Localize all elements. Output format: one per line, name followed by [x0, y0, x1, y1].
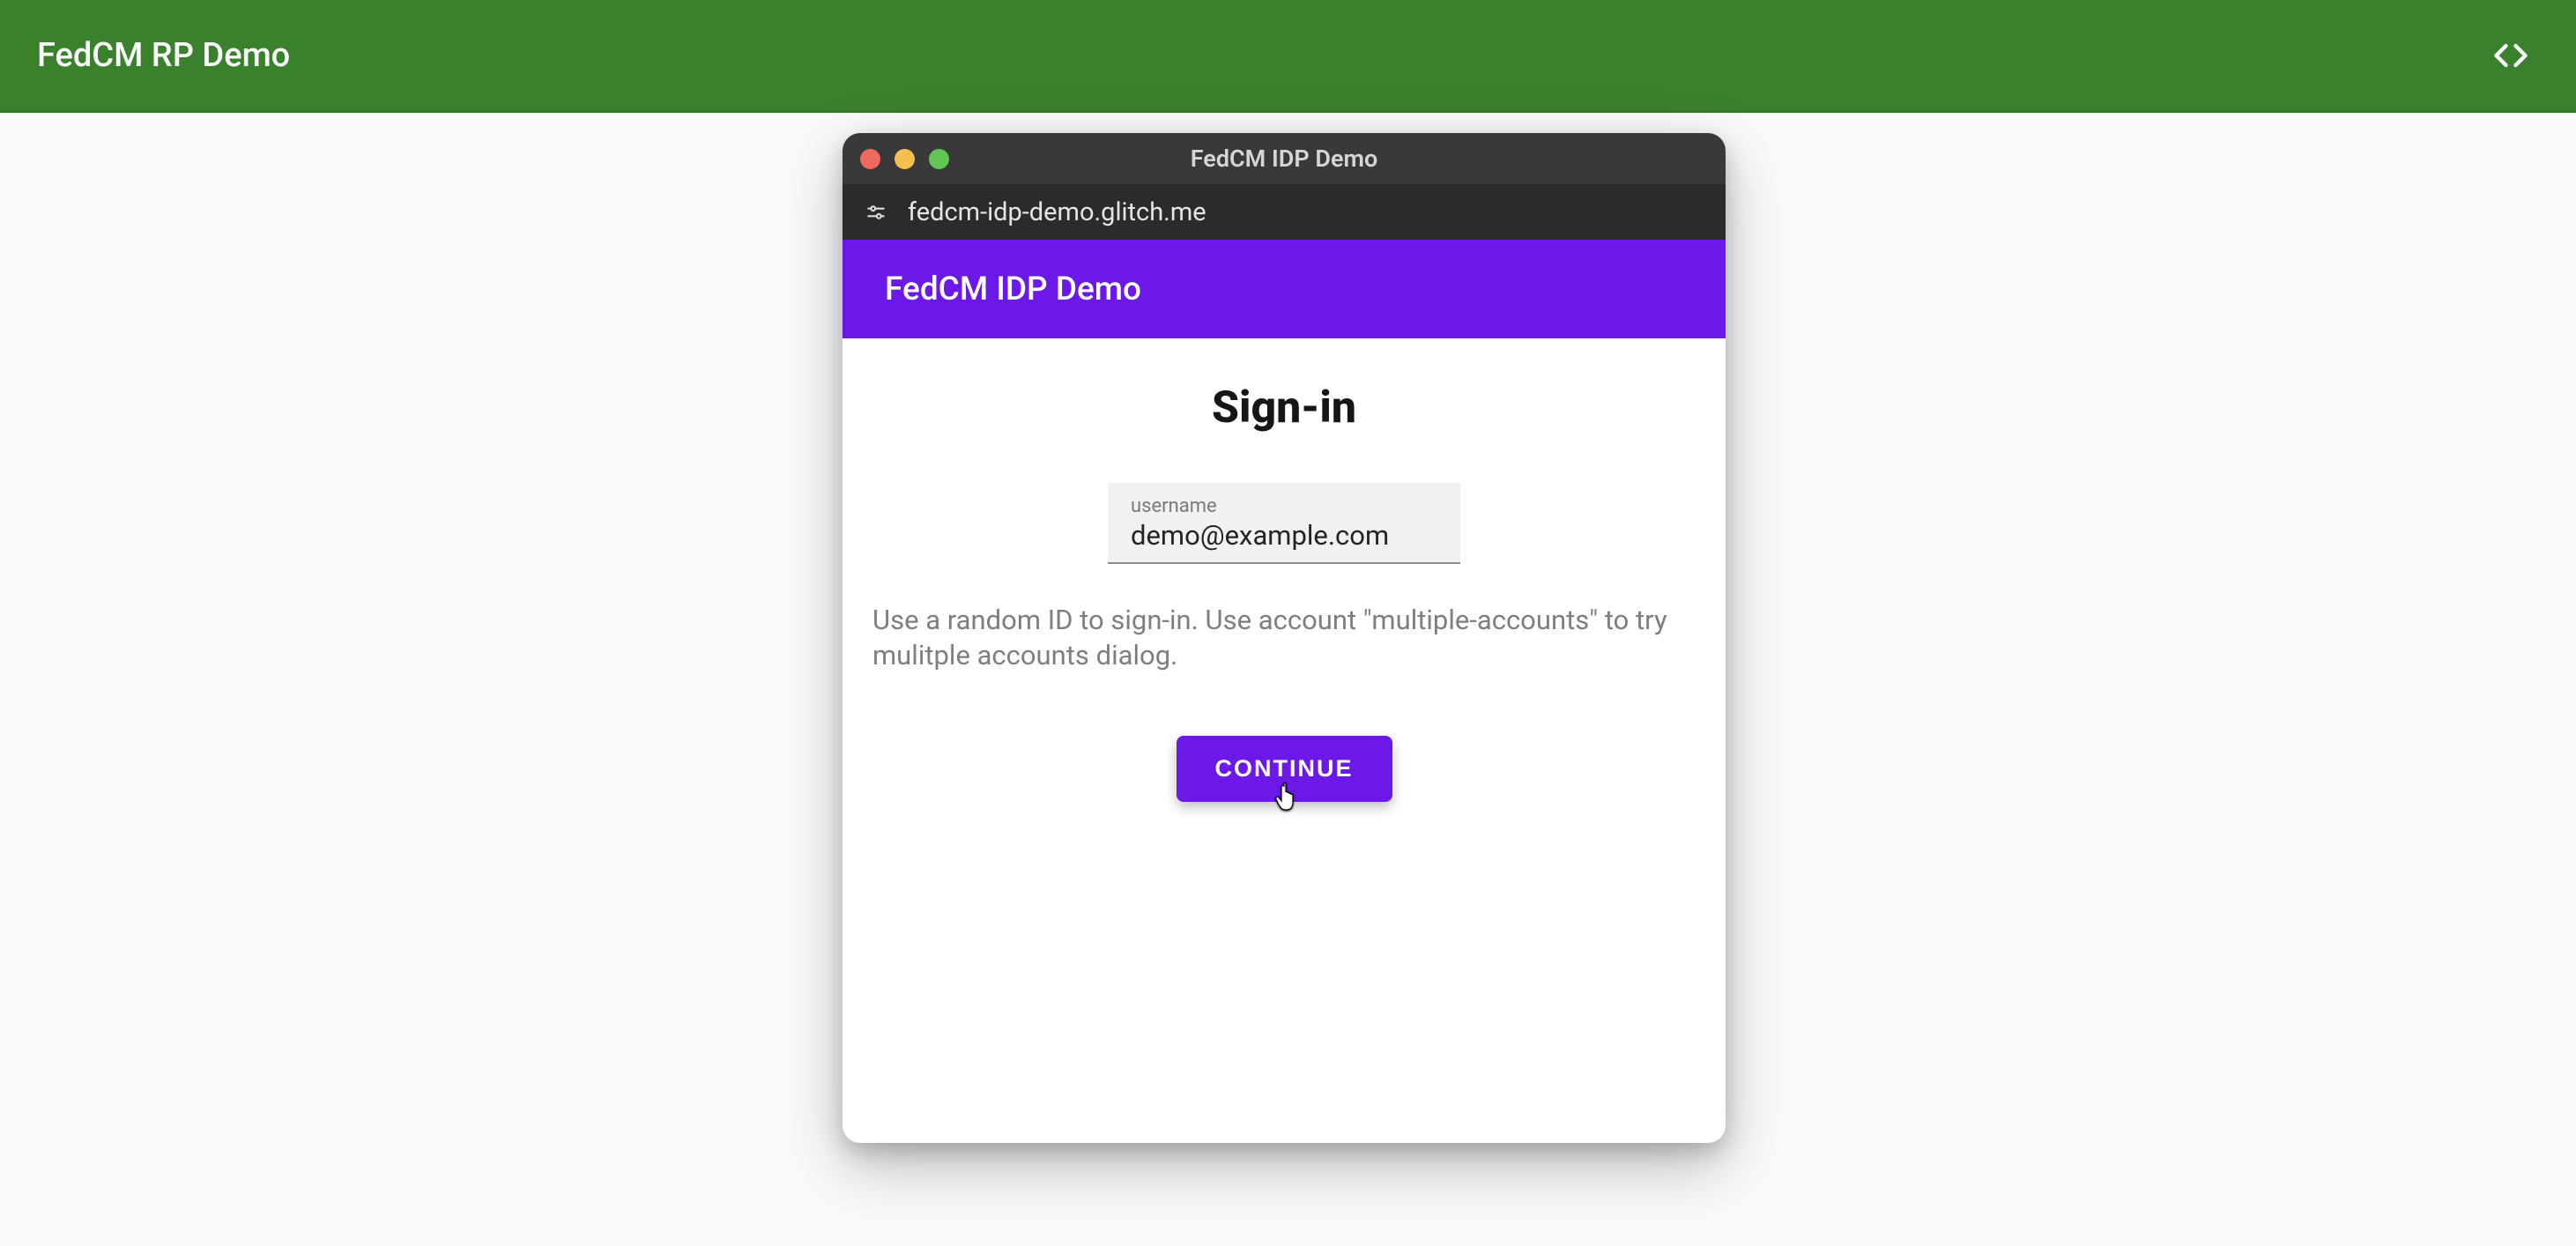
window-titlebar: FedCM IDP Demo — [843, 133, 1726, 184]
window-title: FedCM IDP Demo — [843, 145, 1726, 173]
code-icon[interactable] — [2491, 36, 2539, 75]
window-controls — [860, 149, 949, 169]
minimize-window-button[interactable] — [895, 149, 915, 169]
username-label: username — [1131, 495, 1437, 517]
idp-popup-window: FedCM IDP Demo fedcm-idp-demo.glitch.me … — [843, 133, 1726, 1143]
continue-button-label: CONTINUE — [1215, 755, 1354, 782]
username-field[interactable]: username — [1108, 483, 1460, 564]
signin-content: Sign-in username Use a random ID to sign… — [843, 338, 1726, 1143]
address-bar: fedcm-idp-demo.glitch.me — [843, 184, 1726, 240]
page-header: FedCM RP Demo — [0, 0, 2576, 113]
address-url[interactable]: fedcm-idp-demo.glitch.me — [908, 197, 1206, 227]
close-window-button[interactable] — [860, 149, 880, 169]
continue-button[interactable]: CONTINUE — [1177, 736, 1392, 802]
page-title: FedCM RP Demo — [37, 36, 290, 75]
idp-header-title: FedCM IDP Demo — [885, 271, 1141, 308]
username-input[interactable] — [1131, 519, 1437, 552]
maximize-window-button[interactable] — [929, 149, 949, 169]
idp-header: FedCM IDP Demo — [843, 240, 1726, 338]
signin-heading: Sign-in — [1212, 382, 1356, 434]
signin-helper-text: Use a random ID to sign-in. Use account … — [872, 603, 1696, 674]
cursor-pointer-icon — [1275, 782, 1303, 818]
site-controls-icon[interactable] — [862, 198, 890, 226]
